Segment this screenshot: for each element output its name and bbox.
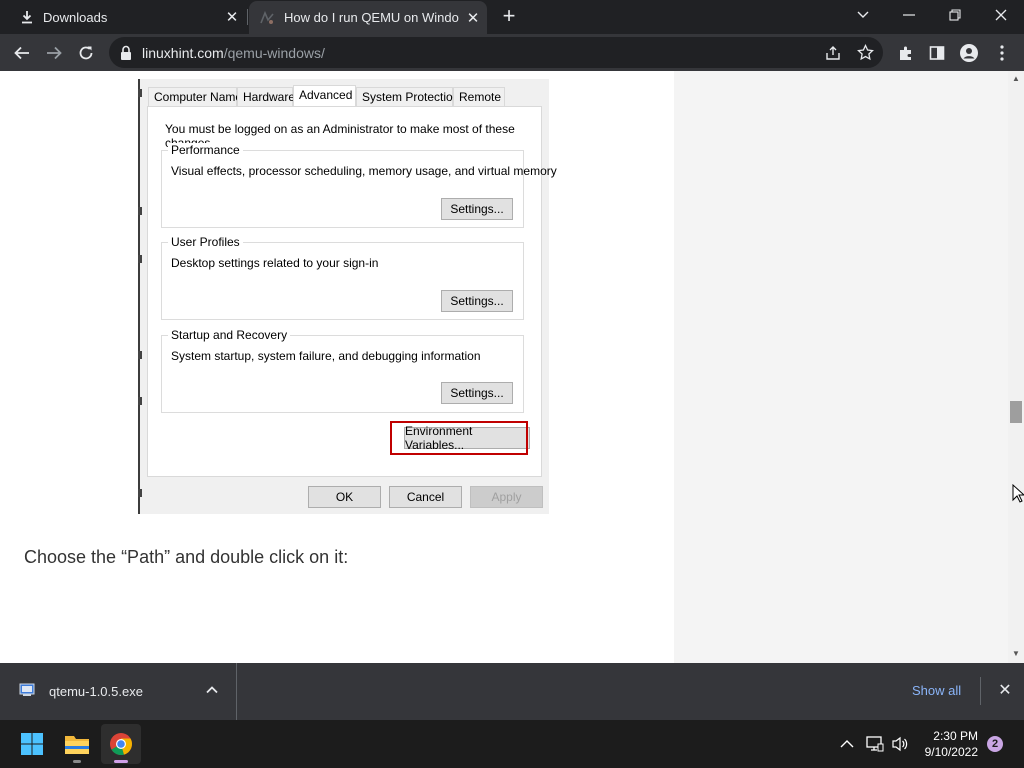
folder-icon — [65, 736, 89, 754]
group-description: System startup, system failure, and debu… — [171, 349, 481, 363]
notification-badge[interactable]: 2 — [987, 736, 1003, 752]
group-title: Startup and Recovery — [168, 328, 291, 342]
close-tab-icon[interactable]: ✕ — [218, 8, 246, 26]
group-title: Performance — [168, 143, 243, 157]
windows-taskbar: 2:30 PM 9/10/2022 2 — [0, 720, 1024, 768]
url-text[interactable]: linuxhint.com/qemu-windows/ — [142, 45, 325, 61]
shelf-divider — [980, 677, 981, 705]
show-hidden-icons-chevron-icon[interactable] — [840, 720, 854, 768]
user-profiles-settings-button[interactable]: Settings... — [441, 290, 513, 312]
site-favicon — [260, 10, 274, 24]
right-sidebar — [674, 71, 1008, 663]
tab-remote[interactable]: Remote — [453, 87, 505, 107]
bookmark-star-icon[interactable] — [857, 44, 874, 61]
clock-date: 9/10/2022 — [924, 745, 978, 759]
startup-recovery-settings-button[interactable]: Settings... — [441, 382, 513, 404]
start-button[interactable] — [12, 724, 52, 764]
close-tab-icon[interactable]: ✕ — [459, 9, 487, 27]
apply-button[interactable]: Apply — [470, 486, 543, 508]
system-clock[interactable]: 2:30 PM 9/10/2022 — [916, 728, 978, 760]
article-caption: Choose the “Path” and double click on it… — [24, 547, 349, 567]
page-scrollbar[interactable]: ▲ ▼ — [1008, 71, 1024, 663]
close-window-button[interactable] — [978, 0, 1024, 30]
minimize-button[interactable] — [886, 0, 932, 30]
performance-group: Performance Visual effects, processor sc… — [161, 143, 557, 228]
system-properties-screenshot: Computer Name Hardware Advanced System P… — [138, 79, 557, 514]
group-description: Visual effects, processor scheduling, me… — [171, 164, 557, 178]
file-explorer-button[interactable] — [57, 724, 97, 764]
tab-advanced[interactable]: Advanced — [293, 85, 356, 108]
scroll-up-arrow-icon[interactable]: ▲ — [1011, 74, 1021, 83]
mouse-cursor-icon — [1012, 484, 1024, 503]
tab-computer-name[interactable]: Computer Name — [148, 87, 242, 107]
highlight-box — [390, 421, 528, 455]
ok-button[interactable]: OK — [308, 486, 381, 508]
share-icon[interactable] — [825, 45, 841, 61]
lock-icon — [121, 45, 131, 60]
tab-hardware[interactable]: Hardware — [237, 87, 295, 107]
url-domain: linuxhint.com — [142, 45, 224, 61]
download-shelf: qtemu-1.0.5.exe Show all ✕ — [0, 663, 1024, 720]
user-profiles-group: User Profiles Desktop settings related t… — [161, 235, 524, 320]
browser-toolbar: linuxhint.com/qemu-windows/ — [0, 34, 1024, 71]
window-edge — [138, 79, 140, 514]
group-description: Desktop settings related to your sign-in — [171, 256, 379, 270]
window-edge-mark — [138, 351, 142, 359]
chrome-icon — [110, 733, 132, 756]
group-title: User Profiles — [168, 235, 243, 249]
close-shelf-icon[interactable]: ✕ — [996, 682, 1014, 700]
tab-strip: Downloads ✕ How do I run QEMU on Windows… — [0, 0, 1024, 34]
clock-time: 2:30 PM — [933, 729, 978, 743]
window-edge-mark — [138, 207, 142, 215]
window-edge-mark — [138, 397, 142, 405]
tab-qemu-label: How do I run QEMU on Windows — [284, 10, 459, 25]
active-indicator — [114, 760, 128, 763]
download-filename: qtemu-1.0.5.exe — [49, 684, 143, 699]
tab-downloads-label: Downloads — [43, 9, 108, 25]
tab-search-icon[interactable] — [840, 0, 886, 30]
volume-icon[interactable] — [891, 720, 909, 768]
forward-button[interactable] — [40, 39, 68, 67]
menu-kebab-icon[interactable] — [988, 39, 1016, 67]
page-viewport: Computer Name Hardware Advanced System P… — [0, 71, 1024, 663]
window-edge-mark — [138, 89, 142, 97]
extensions-puzzle-icon[interactable] — [892, 39, 920, 67]
tab-downloads[interactable]: Downloads ✕ — [0, 0, 246, 34]
startup-recovery-group: Startup and Recovery System startup, sys… — [161, 328, 524, 413]
window-edge-mark — [138, 255, 142, 263]
tab-qemu-article[interactable]: How do I run QEMU on Windows ✕ — [249, 1, 487, 34]
window-edge-mark — [138, 489, 142, 497]
download-item[interactable]: qtemu-1.0.5.exe — [0, 663, 237, 720]
running-indicator — [73, 760, 81, 763]
tab-divider — [247, 9, 248, 25]
address-bar[interactable]: linuxhint.com/qemu-windows/ — [109, 37, 883, 68]
new-tab-button[interactable]: + — [497, 4, 521, 28]
url-path: /qemu-windows/ — [223, 45, 325, 61]
chrome-taskbar-button[interactable] — [101, 724, 141, 764]
cancel-button[interactable]: Cancel — [389, 486, 462, 508]
profile-avatar-icon[interactable] — [955, 39, 983, 67]
scroll-thumb[interactable] — [1010, 401, 1022, 423]
tab-system-protection[interactable]: System Protection — [356, 87, 459, 107]
reload-button[interactable] — [72, 39, 100, 67]
article-column: Computer Name Hardware Advanced System P… — [4, 71, 674, 663]
performance-settings-button[interactable]: Settings... — [441, 198, 513, 220]
installer-file-icon — [19, 683, 35, 696]
restore-button[interactable] — [932, 0, 978, 30]
network-icon[interactable] — [866, 720, 884, 768]
windows-logo-icon — [21, 733, 43, 755]
download-icon — [22, 11, 32, 24]
show-all-link[interactable]: Show all — [912, 683, 961, 698]
side-panel-icon[interactable] — [923, 39, 951, 67]
scroll-down-arrow-icon[interactable]: ▼ — [1011, 649, 1021, 658]
back-button[interactable] — [8, 39, 36, 67]
chevron-up-icon[interactable] — [205, 683, 219, 697]
